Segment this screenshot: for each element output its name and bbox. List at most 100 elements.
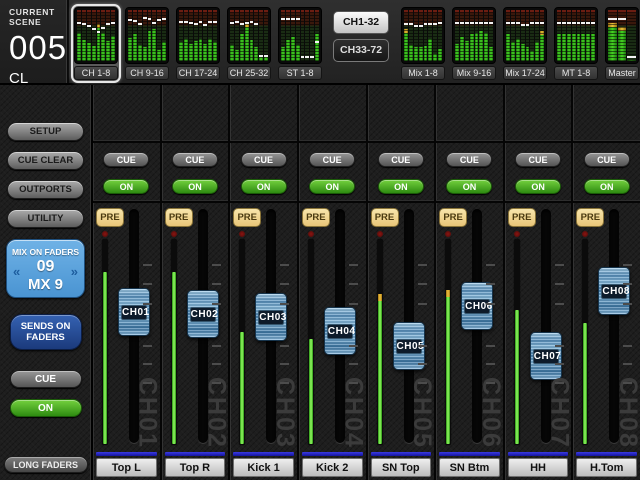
- bank-button-ch33-72[interactable]: CH33-72: [333, 39, 389, 62]
- on-button[interactable]: ON: [103, 179, 149, 194]
- on-button[interactable]: ON: [241, 179, 287, 194]
- channel-top-panel[interactable]: [436, 85, 503, 143]
- bank-button-ch1-32[interactable]: CH1-32: [333, 11, 389, 34]
- sends-on-faders-button[interactable]: SENDS ON FADERS: [10, 314, 82, 350]
- channel-top-panel[interactable]: [368, 85, 435, 143]
- pre-badge[interactable]: PRE: [233, 208, 261, 227]
- fader-scale-tick: [418, 303, 427, 305]
- fader-cap[interactable]: CH02: [187, 290, 219, 338]
- channel-buttons: CUE ON: [162, 143, 229, 203]
- fader-scale-tick: [280, 382, 289, 384]
- peak-indicator: [308, 231, 314, 237]
- master-on-button[interactable]: ON: [10, 399, 82, 417]
- meter-bar: [428, 10, 432, 61]
- cue-button[interactable]: CUE: [103, 152, 149, 167]
- channel-watermark: CH08: [615, 377, 640, 449]
- meter-block-ch-1-8[interactable]: CH 1-8: [71, 4, 121, 83]
- cue-clear-button[interactable]: CUE CLEAR: [7, 151, 84, 170]
- channel-top-panel[interactable]: [573, 85, 640, 143]
- channel-name[interactable]: Kick 2: [302, 458, 363, 477]
- cue-button[interactable]: CUE: [172, 152, 218, 167]
- channel-name[interactable]: Top L: [96, 458, 157, 477]
- channel-name[interactable]: Kick 1: [233, 458, 294, 477]
- meter-block-mt-1-8[interactable]: MT 1-8: [551, 4, 601, 83]
- meter-block-label: ST 1-8: [278, 66, 322, 80]
- meter-block-label: Master: [605, 66, 639, 80]
- channel-name[interactable]: SN Btm: [439, 458, 500, 477]
- long-faders-button[interactable]: LONG FADERS: [4, 456, 88, 473]
- channel-top-panel[interactable]: [162, 85, 229, 143]
- fader-cap[interactable]: CH04: [324, 307, 356, 355]
- cue-button[interactable]: CUE: [446, 152, 492, 167]
- meter-block-master[interactable]: Master: [602, 4, 640, 83]
- master-cue-button[interactable]: CUE: [10, 370, 82, 388]
- meter-block-ch-9-16[interactable]: CH 9-16: [122, 4, 172, 83]
- channel-name[interactable]: HH: [508, 458, 569, 477]
- meter-bar: [521, 10, 525, 61]
- channel-name[interactable]: Top R: [165, 458, 226, 477]
- meter-fill: [446, 290, 450, 444]
- meter-track: [445, 239, 451, 445]
- meter-block-mix-17-24[interactable]: Mix 17-24: [500, 4, 550, 83]
- meter-block-mix-9-16[interactable]: Mix 9-16: [449, 4, 499, 83]
- channel-color-bar: [371, 452, 432, 456]
- on-button[interactable]: ON: [172, 179, 218, 194]
- fader-scale-tick: [418, 283, 427, 285]
- channel-name[interactable]: H.Tom: [576, 458, 637, 477]
- peak-indicator: [514, 231, 520, 237]
- cue-button[interactable]: CUE: [241, 152, 287, 167]
- meter-track: [102, 239, 108, 445]
- channel-top-panel[interactable]: [230, 85, 297, 143]
- fader-scale-tick: [349, 283, 358, 285]
- pre-badge[interactable]: PRE: [439, 208, 467, 227]
- meter-bar: [419, 10, 423, 61]
- meter-block-ch-17-24[interactable]: CH 17-24: [173, 4, 223, 83]
- meter-block-mix-1-8[interactable]: Mix 1-8: [398, 4, 448, 83]
- current-scene-panel[interactable]: CURRENT SCENE 005 CL series: [0, 0, 69, 83]
- channel-name[interactable]: SN Top: [371, 458, 432, 477]
- fader-cap[interactable]: CH03: [255, 293, 287, 341]
- meter-bar: [530, 10, 534, 61]
- on-button[interactable]: ON: [309, 179, 355, 194]
- fader-scale-tick: [418, 264, 427, 266]
- meter-bar: [286, 10, 290, 61]
- channel-strip-ch02: CUE ON PRE CH02 CH02 Top R: [162, 85, 231, 480]
- fader-cap[interactable]: CH06: [461, 282, 493, 330]
- channel-top-panel[interactable]: [299, 85, 366, 143]
- bank-select-column: CH1-32 CH33-72: [333, 11, 389, 62]
- on-button[interactable]: ON: [446, 179, 492, 194]
- channel-buttons: CUE ON: [368, 143, 435, 203]
- pre-badge[interactable]: PRE: [508, 208, 536, 227]
- on-button[interactable]: ON: [378, 179, 424, 194]
- cue-button[interactable]: CUE: [378, 152, 424, 167]
- fader-cap[interactable]: CH08: [598, 267, 630, 315]
- channel-meter: [170, 231, 178, 447]
- meter-block-st-1-8[interactable]: ST 1-8: [275, 4, 325, 83]
- mix-next-arrow-icon[interactable]: »: [71, 264, 78, 279]
- cue-button[interactable]: CUE: [584, 152, 630, 167]
- mix-prev-arrow-icon[interactable]: «: [13, 264, 20, 279]
- fader-scale-tick: [280, 345, 289, 347]
- pre-badge[interactable]: PRE: [302, 208, 330, 227]
- meter-track: [239, 239, 245, 445]
- channel-top-panel[interactable]: [93, 85, 160, 143]
- channel-top-panel[interactable]: [505, 85, 572, 143]
- pre-badge[interactable]: PRE: [165, 208, 193, 227]
- on-button[interactable]: ON: [584, 179, 630, 194]
- fader-cap[interactable]: CH07: [530, 332, 562, 380]
- meter-block-ch-25-32[interactable]: CH 25-32: [224, 4, 274, 83]
- pre-badge[interactable]: PRE: [96, 208, 124, 227]
- fader-scale-tick: [212, 283, 221, 285]
- on-button[interactable]: ON: [515, 179, 561, 194]
- pre-badge[interactable]: PRE: [576, 208, 604, 227]
- setup-button[interactable]: SETUP: [7, 122, 84, 141]
- cue-button[interactable]: CUE: [515, 152, 561, 167]
- mix-on-faders-panel[interactable]: MIX ON FADERS « » 09 MX 9: [6, 239, 85, 298]
- cue-button[interactable]: CUE: [309, 152, 355, 167]
- utility-button[interactable]: UTILITY: [7, 209, 84, 228]
- outports-button[interactable]: OUTPORTS: [7, 180, 84, 199]
- fader-cap[interactable]: CH01: [118, 288, 150, 336]
- channel-buttons: CUE ON: [93, 143, 160, 203]
- pre-badge[interactable]: PRE: [371, 208, 399, 227]
- meter-bar: [470, 10, 474, 61]
